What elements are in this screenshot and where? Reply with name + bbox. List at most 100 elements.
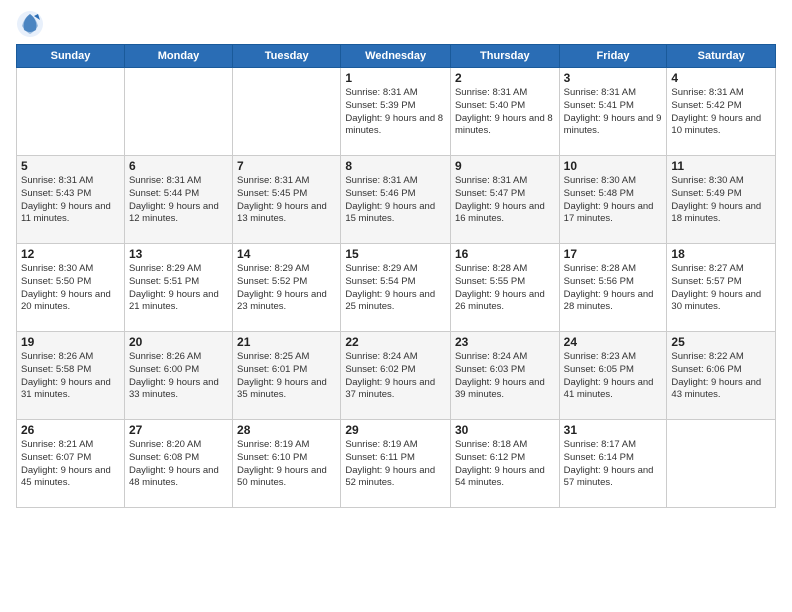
day-number: 14 [237, 247, 336, 261]
day-info: Sunrise: 8:18 AM Sunset: 6:12 PM Dayligh… [455, 439, 555, 490]
empty-cell [17, 68, 125, 156]
day-number: 13 [129, 247, 228, 261]
day-number: 3 [564, 71, 663, 85]
day-cell-2: 2 Sunrise: 8:31 AM Sunset: 5:40 PM Daylig… [450, 68, 559, 156]
calendar-body: 1 Sunrise: 8:31 AM Sunset: 5:39 PM Daylig… [17, 68, 776, 508]
day-header-saturday: Saturday [667, 45, 776, 68]
day-number: 18 [671, 247, 771, 261]
day-info: Sunrise: 8:30 AM Sunset: 5:48 PM Dayligh… [564, 175, 663, 226]
day-info: Sunrise: 8:31 AM Sunset: 5:47 PM Dayligh… [455, 175, 555, 226]
day-number: 6 [129, 159, 228, 173]
day-cell-30: 30 Sunrise: 8:18 AM Sunset: 6:12 PM Dayli… [450, 420, 559, 508]
day-cell-22: 22Sunrise: 8:24 AM Sunset: 6:02 PM Dayli… [341, 332, 451, 420]
week-row-1: 1 Sunrise: 8:31 AM Sunset: 5:39 PM Daylig… [17, 68, 776, 156]
empty-cell [233, 68, 341, 156]
day-info: Sunrise: 8:31 AM Sunset: 5:41 PM Dayligh… [564, 87, 663, 138]
empty-cell [667, 420, 776, 508]
calendar-table: SundayMondayTuesdayWednesdayThursdayFrid… [16, 44, 776, 508]
day-info: Sunrise: 8:21 AM Sunset: 6:07 PM Dayligh… [21, 439, 120, 490]
day-number: 4 [671, 71, 771, 85]
day-cell-15: 15 Sunrise: 8:29 AM Sunset: 5:54 PM Dayli… [341, 244, 451, 332]
day-cell-18: 18 Sunrise: 8:27 AM Sunset: 5:57 PM Dayli… [667, 244, 776, 332]
day-info: Sunrise: 8:28 AM Sunset: 5:55 PM Dayligh… [455, 263, 555, 314]
day-info: Sunrise: 8:28 AM Sunset: 5:56 PM Dayligh… [564, 263, 663, 314]
day-number: 26 [21, 423, 120, 437]
day-number: 31 [564, 423, 663, 437]
day-cell-11: 11 Sunrise: 8:30 AM Sunset: 5:49 PM Dayli… [667, 156, 776, 244]
day-number: 10 [564, 159, 663, 173]
day-info: Sunrise: 8:29 AM Sunset: 5:52 PM Dayligh… [237, 263, 336, 314]
day-info: Sunrise: 8:31 AM Sunset: 5:46 PM Dayligh… [345, 175, 446, 226]
day-cell-31: 31 Sunrise: 8:17 AM Sunset: 6:14 PM Dayli… [559, 420, 667, 508]
day-info: Sunrise: 8:19 AM Sunset: 6:10 PM Dayligh… [237, 439, 336, 490]
week-row-2: 5 Sunrise: 8:31 AM Sunset: 5:43 PM Daylig… [17, 156, 776, 244]
day-cell-9: 9 Sunrise: 8:31 AM Sunset: 5:47 PM Daylig… [450, 156, 559, 244]
day-header-monday: Monday [124, 45, 232, 68]
day-cell-5: 5 Sunrise: 8:31 AM Sunset: 5:43 PM Daylig… [17, 156, 125, 244]
day-info: Sunrise: 8:27 AM Sunset: 5:57 PM Dayligh… [671, 263, 771, 314]
day-number: 30 [455, 423, 555, 437]
day-info: Sunrise: 8:31 AM Sunset: 5:40 PM Dayligh… [455, 87, 555, 138]
day-number: 24 [564, 335, 663, 349]
day-info: Sunrise: 8:29 AM Sunset: 5:51 PM Dayligh… [129, 263, 228, 314]
day-cell-29: 29 Sunrise: 8:19 AM Sunset: 6:11 PM Dayli… [341, 420, 451, 508]
day-number: 17 [564, 247, 663, 261]
day-number: 20 [129, 335, 228, 349]
day-header-wednesday: Wednesday [341, 45, 451, 68]
day-number: 8 [345, 159, 446, 173]
day-cell-6: 6 Sunrise: 8:31 AM Sunset: 5:44 PM Daylig… [124, 156, 232, 244]
day-header-thursday: Thursday [450, 45, 559, 68]
logo-icon [16, 10, 44, 38]
day-number: 2 [455, 71, 555, 85]
day-cell-13: 13 Sunrise: 8:29 AM Sunset: 5:51 PM Dayli… [124, 244, 232, 332]
day-info: Sunrise: 8:24 AM Sunset: 6:03 PM Dayligh… [455, 351, 555, 402]
day-info: Sunrise: 8:25 AM Sunset: 6:01 PM Dayligh… [237, 351, 336, 402]
day-number: 25 [671, 335, 771, 349]
day-cell-1: 1 Sunrise: 8:31 AM Sunset: 5:39 PM Daylig… [341, 68, 451, 156]
day-number: 16 [455, 247, 555, 261]
day-cell-28: 28Sunrise: 8:19 AM Sunset: 6:10 PM Dayli… [233, 420, 341, 508]
day-cell-7: 7 Sunrise: 8:31 AM Sunset: 5:45 PM Daylig… [233, 156, 341, 244]
day-info: Sunrise: 8:17 AM Sunset: 6:14 PM Dayligh… [564, 439, 663, 490]
day-cell-26: 26 Sunrise: 8:21 AM Sunset: 6:07 PM Dayli… [17, 420, 125, 508]
day-info: Sunrise: 8:31 AM Sunset: 5:39 PM Dayligh… [345, 87, 446, 138]
day-cell-3: 3 Sunrise: 8:31 AM Sunset: 5:41 PM Daylig… [559, 68, 667, 156]
day-info: Sunrise: 8:30 AM Sunset: 5:49 PM Dayligh… [671, 175, 771, 226]
day-cell-17: 17 Sunrise: 8:28 AM Sunset: 5:56 PM Dayli… [559, 244, 667, 332]
day-cell-20: 20Sunrise: 8:26 AM Sunset: 6:00 PM Dayli… [124, 332, 232, 420]
day-cell-21: 21Sunrise: 8:25 AM Sunset: 6:01 PM Dayli… [233, 332, 341, 420]
day-number: 23 [455, 335, 555, 349]
day-number: 15 [345, 247, 446, 261]
header [16, 10, 776, 38]
page: SundayMondayTuesdayWednesdayThursdayFrid… [0, 0, 792, 612]
day-info: Sunrise: 8:20 AM Sunset: 6:08 PM Dayligh… [129, 439, 228, 490]
day-cell-10: 10 Sunrise: 8:30 AM Sunset: 5:48 PM Dayli… [559, 156, 667, 244]
day-cell-8: 8 Sunrise: 8:31 AM Sunset: 5:46 PM Daylig… [341, 156, 451, 244]
day-number: 11 [671, 159, 771, 173]
logo [16, 10, 48, 38]
day-info: Sunrise: 8:31 AM Sunset: 5:44 PM Dayligh… [129, 175, 228, 226]
week-row-3: 12Sunrise: 8:30 AM Sunset: 5:50 PM Dayli… [17, 244, 776, 332]
day-info: Sunrise: 8:29 AM Sunset: 5:54 PM Dayligh… [345, 263, 446, 314]
day-number: 1 [345, 71, 446, 85]
day-header-sunday: Sunday [17, 45, 125, 68]
day-cell-16: 16 Sunrise: 8:28 AM Sunset: 5:55 PM Dayli… [450, 244, 559, 332]
day-info: Sunrise: 8:19 AM Sunset: 6:11 PM Dayligh… [345, 439, 446, 490]
day-number: 7 [237, 159, 336, 173]
day-number: 5 [21, 159, 120, 173]
day-cell-14: 14 Sunrise: 8:29 AM Sunset: 5:52 PM Dayli… [233, 244, 341, 332]
day-header-row: SundayMondayTuesdayWednesdayThursdayFrid… [17, 45, 776, 68]
day-info: Sunrise: 8:31 AM Sunset: 5:45 PM Dayligh… [237, 175, 336, 226]
day-cell-27: 27Sunrise: 8:20 AM Sunset: 6:08 PM Dayli… [124, 420, 232, 508]
day-header-friday: Friday [559, 45, 667, 68]
day-number: 29 [345, 423, 446, 437]
day-cell-4: 4Sunrise: 8:31 AM Sunset: 5:42 PM Daylig… [667, 68, 776, 156]
day-cell-19: 19Sunrise: 8:26 AM Sunset: 5:58 PM Dayli… [17, 332, 125, 420]
day-cell-23: 23 Sunrise: 8:24 AM Sunset: 6:03 PM Dayli… [450, 332, 559, 420]
day-number: 9 [455, 159, 555, 173]
day-cell-24: 24 Sunrise: 8:23 AM Sunset: 6:05 PM Dayli… [559, 332, 667, 420]
day-number: 22 [345, 335, 446, 349]
day-info: Sunrise: 8:23 AM Sunset: 6:05 PM Dayligh… [564, 351, 663, 402]
day-info: Sunrise: 8:31 AM Sunset: 5:43 PM Dayligh… [21, 175, 120, 226]
empty-cell [124, 68, 232, 156]
